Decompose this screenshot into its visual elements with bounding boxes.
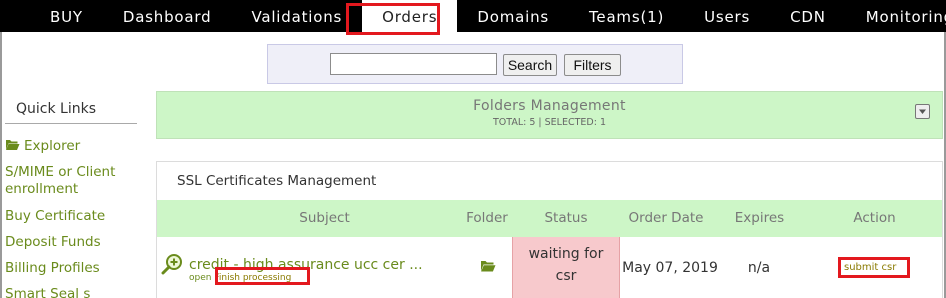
search-panel: Search Filters — [267, 44, 683, 84]
folder-cell — [477, 237, 499, 298]
nav-buy[interactable]: BUY — [30, 0, 103, 32]
status-text-line1: waiting for — [528, 246, 604, 262]
nav-users[interactable]: Users — [684, 0, 770, 32]
sidebar-item-explorer[interactable]: Explorer — [5, 138, 80, 155]
nav-validations[interactable]: Validations — [231, 0, 362, 32]
sidebar-item-smart-seals[interactable]: Smart Seal s — [5, 286, 90, 298]
folders-management-panel: Folders Management TOTAL: 5 | SELECTED: … — [156, 91, 943, 139]
folders-summary: TOTAL: 5 | SELECTED: 1 — [493, 117, 606, 128]
sidebar-item-smime[interactable]: S/MIME or Client enrollment — [5, 164, 135, 198]
submit-csr-highlight-box — [838, 257, 910, 278]
column-order-date[interactable]: Order Date — [619, 200, 713, 237]
folders-management-title: Folders Management — [473, 98, 626, 114]
nav-dashboard[interactable]: Dashboard — [103, 0, 232, 32]
nav-cdn[interactable]: CDN — [770, 0, 846, 32]
magnifier-plus-icon[interactable] — [161, 253, 183, 279]
quick-links-divider — [5, 123, 137, 124]
sidebar-item-buy-certificate[interactable]: Buy Certificate — [5, 208, 105, 225]
column-status[interactable]: Status — [512, 200, 620, 237]
expires-cell: n/a — [747, 260, 771, 276]
status-text-line2: csr — [555, 268, 577, 284]
nav-domains[interactable]: Domains — [457, 0, 569, 32]
column-folder[interactable]: Folder — [457, 200, 517, 237]
finish-processing-highlight-box — [215, 267, 310, 285]
search-input[interactable] — [330, 53, 497, 75]
ssl-panel-title: SSL Certificates Management — [177, 173, 377, 189]
folder-open-icon[interactable] — [480, 259, 496, 276]
column-expires[interactable]: Expires — [717, 200, 802, 237]
quick-links-title: Quick Links — [16, 101, 97, 117]
sidebar-item-deposit-funds[interactable]: Deposit Funds — [5, 234, 101, 251]
orders-highlight-box — [346, 3, 440, 35]
filters-button[interactable]: Filters — [564, 54, 621, 76]
status-cell: waiting for csr — [512, 237, 620, 298]
order-date-cell: May 07, 2019 — [622, 260, 718, 276]
top-navigation: BUY Dashboard Validations Orders Domains… — [0, 0, 946, 32]
subject-cell: credit - high assurance ucc cer ... open… — [157, 237, 512, 298]
substatus-open: open — [189, 273, 212, 283]
collapse-toggle-icon[interactable] — [915, 104, 930, 119]
table-header: Subject Folder Status Order Date Expires… — [157, 200, 942, 237]
folder-open-icon — [5, 138, 20, 155]
nav-teams[interactable]: Teams(1) — [569, 0, 684, 32]
column-action[interactable]: Action — [827, 200, 922, 237]
sidebar-item-label: Explorer — [24, 138, 81, 154]
column-subject[interactable]: Subject — [237, 200, 412, 237]
search-button[interactable]: Search — [503, 54, 557, 76]
nav-monitoring[interactable]: Monitoring — [846, 0, 946, 32]
sidebar-item-billing-profiles[interactable]: Billing Profiles — [5, 260, 100, 277]
